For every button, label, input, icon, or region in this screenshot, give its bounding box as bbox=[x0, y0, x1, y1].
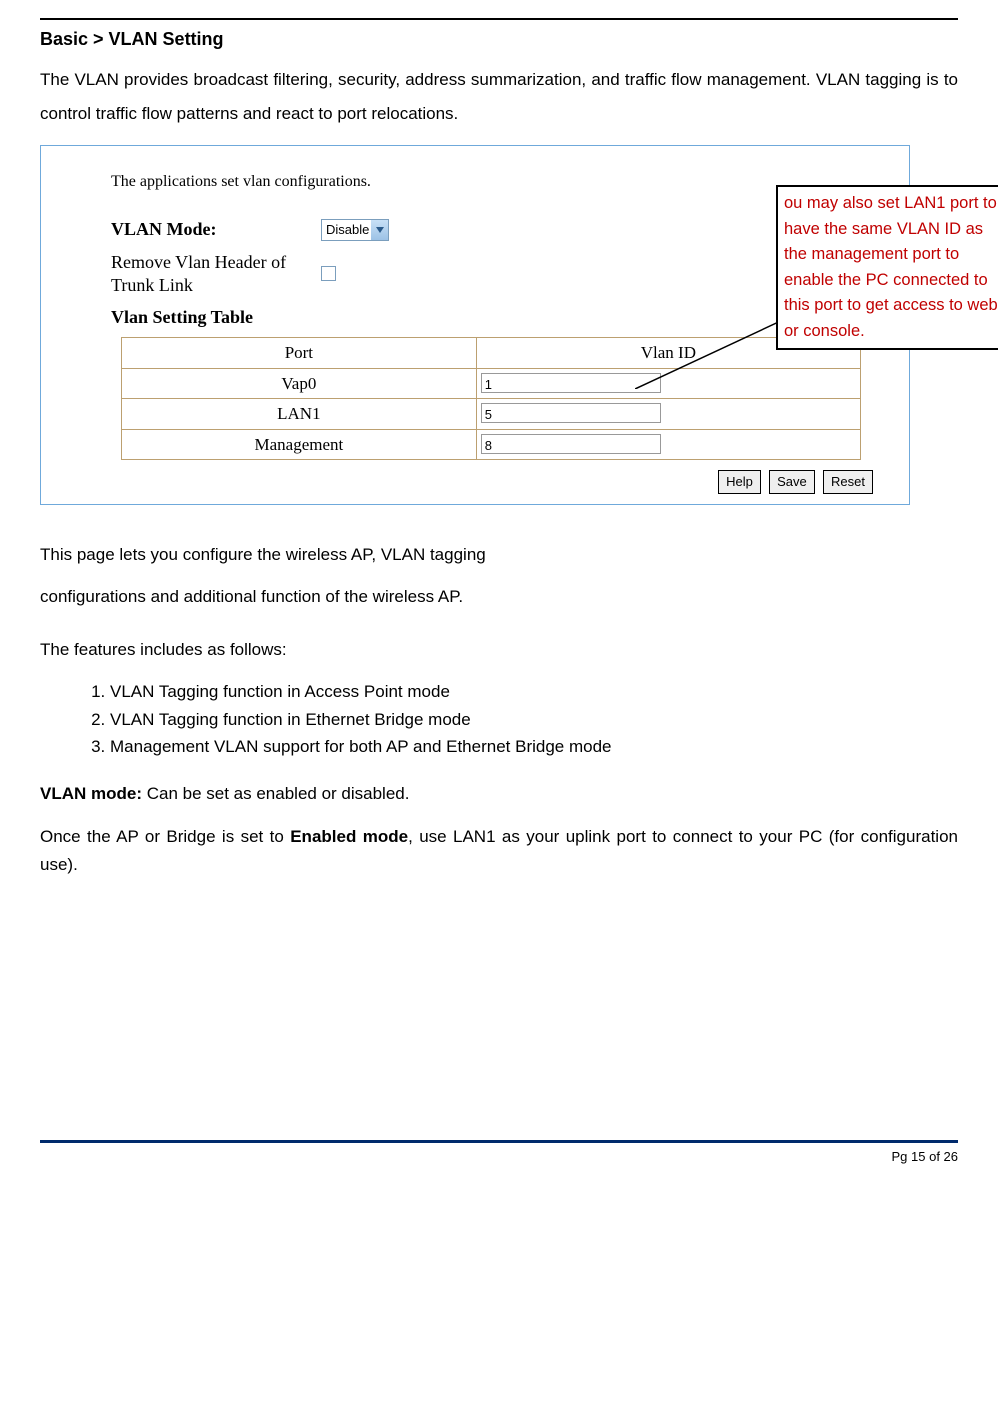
table-row: Vap0 1 bbox=[122, 368, 861, 399]
body-p2: configurations and additional function o… bbox=[40, 583, 958, 612]
body-p3: The features includes as follows: bbox=[40, 636, 958, 665]
table-row: Management 8 bbox=[122, 429, 861, 460]
save-button[interactable]: Save bbox=[769, 470, 815, 494]
intro-paragraph: The VLAN provides broadcast filtering, s… bbox=[40, 63, 958, 131]
vlan-id-input[interactable]: 8 bbox=[481, 434, 661, 454]
vlan-table-title: Vlan Setting Table bbox=[111, 304, 879, 331]
vlan-mode-label: VLAN Mode: bbox=[111, 216, 321, 243]
vlan-mode-bold: VLAN mode: bbox=[40, 784, 142, 803]
callout-box: ou may also set LAN1 port to have the sa… bbox=[776, 185, 998, 350]
table-header-row: Port Vlan ID bbox=[122, 338, 861, 369]
table-row: LAN1 5 bbox=[122, 399, 861, 430]
page-title: Basic > VLAN Setting bbox=[40, 26, 958, 53]
list-item: VLAN Tagging function in Access Point mo… bbox=[110, 679, 958, 705]
enabled-bold: Enabled mode bbox=[290, 827, 408, 846]
vlan-setting-table: Port Vlan ID Vap0 1 LAN1 5 Management 8 bbox=[121, 337, 861, 460]
vlan-mode-select[interactable]: Disable bbox=[321, 219, 389, 241]
reset-button[interactable]: Reset bbox=[823, 470, 873, 494]
vlan-id-input[interactable]: 5 bbox=[481, 403, 661, 423]
page-footer: Pg 15 of 26 bbox=[40, 1140, 958, 1167]
remove-header-label: Remove Vlan Header of Trunk Link bbox=[111, 251, 321, 296]
body-p1: This page lets you configure the wireles… bbox=[40, 541, 958, 570]
port-cell: Management bbox=[122, 429, 477, 460]
vlan-mode-value: Disable bbox=[326, 220, 369, 240]
feature-list: VLAN Tagging function in Access Point mo… bbox=[110, 679, 958, 760]
enabled-part1: Once the AP or Bridge is set to bbox=[40, 827, 290, 846]
enabled-mode-desc: Once the AP or Bridge is set to Enabled … bbox=[40, 823, 958, 881]
remove-header-checkbox[interactable] bbox=[321, 266, 336, 281]
help-button[interactable]: Help bbox=[718, 470, 761, 494]
port-cell: LAN1 bbox=[122, 399, 477, 430]
port-cell: Vap0 bbox=[122, 368, 477, 399]
vlan-mode-rest: Can be set as enabled or disabled. bbox=[142, 784, 409, 803]
list-item: VLAN Tagging function in Ethernet Bridge… bbox=[110, 707, 958, 733]
page-number: Pg 15 of 26 bbox=[40, 1147, 958, 1167]
list-item: Management VLAN support for both AP and … bbox=[110, 734, 958, 760]
screenshot-subtitle: The applications set vlan configurations… bbox=[111, 170, 879, 194]
chevron-down-icon bbox=[371, 220, 388, 240]
vlan-id-input[interactable]: 1 bbox=[481, 373, 661, 393]
col-port: Port bbox=[122, 338, 477, 369]
vlan-mode-desc: VLAN mode: Can be set as enabled or disa… bbox=[40, 780, 958, 809]
screenshot-panel: The applications set vlan configurations… bbox=[40, 145, 958, 505]
